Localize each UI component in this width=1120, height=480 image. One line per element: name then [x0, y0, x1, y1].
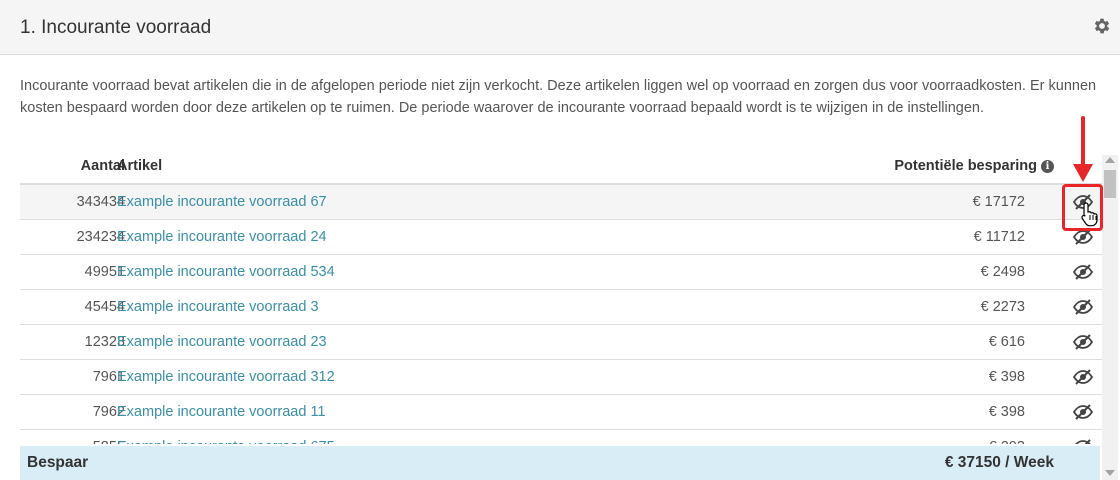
gear-icon[interactable] [1092, 16, 1112, 36]
table-row: 7961 Example incourante voorraad 312 € 398 [20, 360, 1104, 395]
column-header-besparing-label: Potentiële besparing [894, 158, 1037, 174]
table-row: 49951 Example incourante voorraad 534 € 24… [20, 255, 1104, 290]
page-title: 1. Incourante voorraad [20, 17, 212, 38]
hide-eye-slash-icon[interactable] [1072, 263, 1094, 281]
artikel-link[interactable]: Example incourante voorraad 24 [117, 229, 327, 245]
artikel-link[interactable]: Example incourante voorraad 3 [117, 299, 319, 315]
hide-eye-slash-icon[interactable] [1072, 368, 1094, 386]
artikel-link[interactable]: Example incourante voorraad 675 [117, 439, 335, 444]
table-row: 12323 Example incourante voorraad 23 € 616 [20, 325, 1104, 360]
table-header: Aantal Artikel Potentiële besparing i [20, 148, 1104, 185]
incourante-voorraad-table: Aantal Artikel Potentiële besparing i 343… [20, 148, 1104, 444]
panel-header: 1. Incourante voorraad [0, 0, 1120, 55]
artikel-link[interactable]: Example incourante voorraad 23 [117, 334, 327, 350]
table-row: 234234 Example incourante voorraad 24 € 11… [20, 220, 1104, 255]
cell-besparing: € 293 [989, 439, 1025, 444]
hide-eye-slash-icon[interactable] [1072, 298, 1094, 316]
artikel-link[interactable]: Example incourante voorraad 534 [117, 264, 335, 280]
footer-total: € 37150 / Week [944, 454, 1054, 471]
table-row: 343434 Example incourante voorraad 67 € 17… [20, 185, 1104, 220]
savings-footer: Bespaar € 37150 / Week [20, 446, 1100, 480]
cell-besparing: € 11712 [973, 229, 1025, 245]
column-header-besparing: Potentiële besparing i [894, 158, 1054, 174]
table-row: 45454 Example incourante voorraad 3 € 2273 [20, 290, 1104, 325]
cell-besparing: € 398 [988, 369, 1025, 385]
cell-besparing: € 398 [988, 404, 1025, 420]
column-header-artikel: Artikel [117, 158, 163, 174]
intro-text: Incourante voorraad bevat artikelen die … [20, 78, 1097, 116]
artikel-link[interactable]: Example incourante voorraad 67 [117, 194, 327, 210]
scroll-thumb[interactable] [1104, 170, 1116, 198]
hand-cursor-icon [1081, 202, 1098, 227]
annotation-arrow-icon [1073, 116, 1093, 182]
cell-besparing: € 2498 [980, 264, 1025, 280]
artikel-link[interactable]: Example incourante voorraad 312 [117, 369, 335, 385]
scrollbar[interactable] [1102, 155, 1118, 480]
scroll-up-arrow-icon[interactable] [1105, 157, 1115, 163]
hide-eye-slash-icon[interactable] [1072, 333, 1094, 351]
cell-besparing: € 2273 [980, 299, 1025, 315]
table-row: 7962 Example incourante voorraad 11 € 398 [20, 395, 1104, 430]
hide-eye-slash-icon[interactable] [1072, 438, 1094, 444]
cell-besparing: € 17172 [972, 194, 1025, 210]
artikel-link[interactable]: Example incourante voorraad 11 [117, 404, 326, 420]
cell-besparing: € 616 [988, 334, 1025, 350]
hide-eye-slash-icon[interactable] [1072, 403, 1094, 421]
table-body: 343434 Example incourante voorraad 67 € 17… [20, 185, 1104, 444]
footer-label: Bespaar [27, 454, 89, 471]
scroll-down-arrow-icon[interactable] [1105, 470, 1115, 476]
info-icon[interactable]: i [1041, 160, 1054, 173]
table-row: 5855Example incourante voorraad 675€ 293 [20, 430, 1104, 444]
